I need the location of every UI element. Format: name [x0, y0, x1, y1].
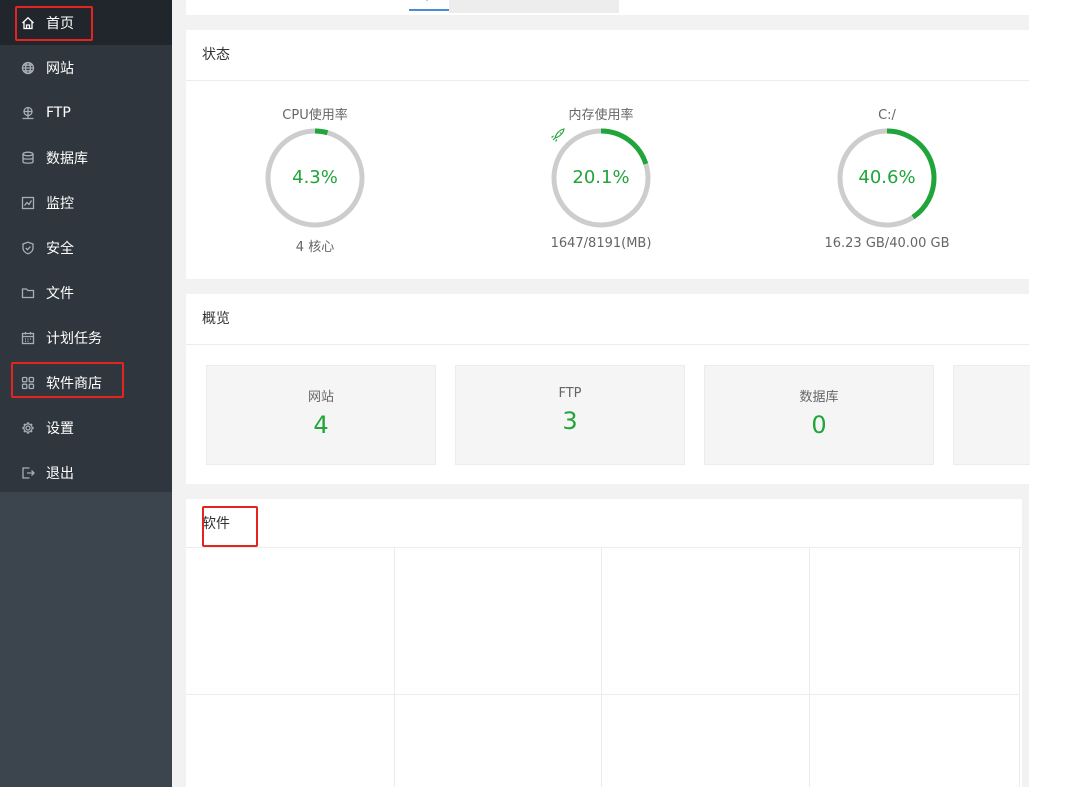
sidebar-item-logout[interactable]: 退出 [0, 450, 172, 495]
sidebar-item-label: 监控 [46, 195, 74, 212]
sidebar-item-label: 数据库 [46, 150, 88, 167]
shield-icon [20, 240, 36, 256]
home-icon [20, 15, 36, 31]
chevron-down-icon[interactable] [422, 0, 432, 4]
software-grid-cell[interactable] [810, 548, 1020, 695]
divider [186, 80, 1029, 81]
memory-gauge-value: 20.1% [572, 167, 630, 188]
status-card: 状态 CPU使用率 4.3% 4 核心 内存使用率 20.1% 1647/819… [186, 30, 1029, 279]
sidebar-item-database[interactable]: 数据库 [0, 135, 172, 180]
sidebar-item-label: 网站 [46, 60, 74, 77]
sidebar-item-website[interactable]: 网站 [0, 45, 172, 90]
sidebar-item-label: FTP [46, 104, 71, 121]
tile-name: 数据库 [799, 390, 839, 405]
overview-tile-ftp[interactable]: FTP 3 [455, 365, 685, 465]
calendar-icon [20, 330, 36, 346]
sidebar-item-label: 安全 [46, 240, 74, 257]
cpu-gauge-value: 4.3% [292, 167, 338, 188]
sidebar-item-label: 软件商店 [46, 375, 102, 392]
database-icon [20, 150, 36, 166]
sidebar-item-home[interactable]: 首页 [0, 0, 172, 45]
software-grid-cell[interactable] [186, 695, 395, 787]
software-grid-cell[interactable] [186, 548, 395, 695]
disk-gauge[interactable]: C:/ 40.6% 16.23 GB/40.00 GB [802, 106, 972, 251]
memory-gauge-usage: 1647/8191(MB) [550, 236, 652, 251]
sidebar-item-label: 首页 [46, 15, 74, 32]
sidebar-item-files[interactable]: 文件 [0, 270, 172, 315]
software-card: 软件 [186, 499, 1022, 787]
monitor-icon [20, 195, 36, 211]
overview-tile-website[interactable]: 网站 4 [206, 365, 436, 465]
overview-tile-partial[interactable] [953, 365, 1030, 465]
main-content: 状态 CPU使用率 4.3% 4 核心 内存使用率 20.1% 1647/819… [172, 0, 1091, 787]
logout-icon [20, 465, 36, 481]
disk-gauge-label: C:/ [878, 108, 896, 123]
sidebar-nav: 首页 网站 FTP 数据库 监控 安全 文件 计划任务 软件商店 设置 退出 [0, 0, 172, 492]
tile-name: FTP [558, 386, 582, 401]
ftp-icon [20, 105, 36, 121]
overview-tile-database[interactable]: 数据库 0 [704, 365, 934, 465]
sidebar-item-label: 设置 [46, 420, 74, 437]
memory-gauge-ring: 20.1% [549, 126, 653, 230]
cpu-gauge[interactable]: CPU使用率 4.3% 4 核心 [230, 106, 400, 255]
tile-value[interactable]: 0 [705, 411, 933, 439]
sidebar-item-security[interactable]: 安全 [0, 225, 172, 270]
software-grid-cell[interactable] [810, 695, 1020, 787]
disk-gauge-value: 40.6% [858, 167, 916, 188]
disk-gauge-usage: 16.23 GB/40.00 GB [824, 236, 950, 251]
grid-icon [20, 375, 36, 391]
software-grid-cell[interactable] [395, 695, 602, 787]
sidebar-item-label: 文件 [46, 285, 74, 302]
sidebar-item-settings[interactable]: 设置 [0, 405, 172, 450]
disk-gauge-ring: 40.6% [835, 126, 939, 230]
memory-gauge-label: 内存使用率 [568, 108, 634, 123]
cpu-gauge-cores: 4 核心 [295, 240, 335, 255]
software-grid-cell[interactable] [602, 695, 810, 787]
divider [186, 344, 1029, 345]
overview-card-title: 概览 [202, 311, 230, 327]
tile-name: 网站 [307, 390, 334, 405]
sidebar-item-cron[interactable]: 计划任务 [0, 315, 172, 360]
top-tab-strip [186, 0, 1029, 15]
sidebar-item-app-store[interactable]: 软件商店 [0, 360, 172, 405]
sidebar-item-ftp[interactable]: FTP [0, 90, 172, 135]
sidebar-item-label: 计划任务 [46, 330, 102, 347]
software-grid-cell[interactable] [395, 548, 602, 695]
cpu-gauge-ring: 4.3% [263, 126, 367, 230]
tile-value[interactable]: 4 [207, 411, 435, 439]
tile-value[interactable]: 3 [456, 407, 684, 435]
sidebar-item-monitor[interactable]: 监控 [0, 180, 172, 225]
sidebar-item-label: 退出 [46, 465, 74, 482]
gear-icon [20, 420, 36, 436]
software-grid-cell[interactable] [602, 548, 810, 695]
folder-icon [20, 285, 36, 301]
sidebar: 首页 网站 FTP 数据库 监控 安全 文件 计划任务 软件商店 设置 退出 [0, 0, 172, 787]
status-card-title: 状态 [202, 47, 230, 63]
software-card-title: 软件 [202, 516, 230, 532]
right-margin [1029, 0, 1091, 787]
globe-icon [20, 60, 36, 76]
cpu-gauge-label: CPU使用率 [282, 108, 348, 123]
memory-gauge[interactable]: 内存使用率 20.1% 1647/8191(MB) [516, 106, 686, 251]
tab-placeholder [449, 0, 619, 13]
